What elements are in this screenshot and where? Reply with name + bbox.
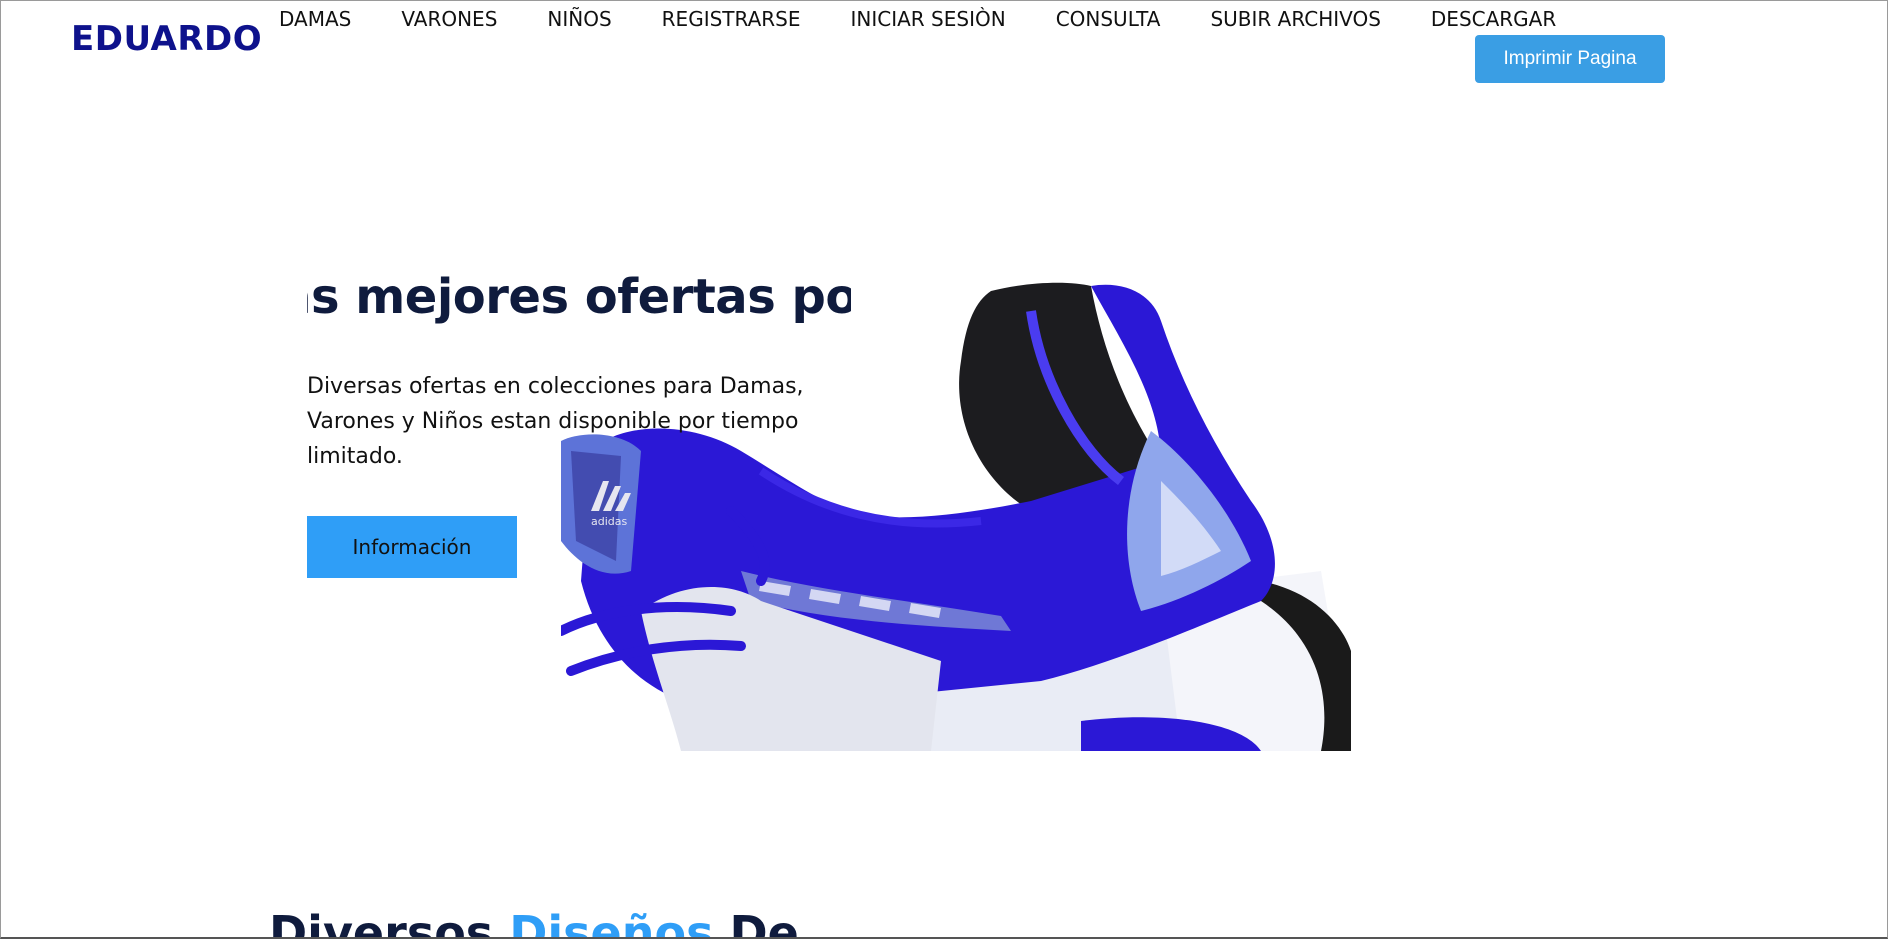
- nav-item-damas[interactable]: DAMAS: [279, 7, 351, 31]
- svg-text:adidas: adidas: [591, 515, 628, 528]
- nav-item-registrarse[interactable]: REGISTRARSE: [662, 7, 801, 31]
- section-title-accent: Diseños: [509, 906, 714, 939]
- sneaker-image: adidas: [561, 281, 1361, 751]
- information-button[interactable]: Información: [307, 516, 517, 578]
- hero-title: Las mejores ofertas por: [307, 269, 851, 325]
- hero-title-container: Las mejores ofertas por: [307, 269, 851, 331]
- nav-item-ninos[interactable]: NIÑOS: [547, 7, 611, 31]
- nav-item-subir-archivos[interactable]: SUBIR ARCHIVOS: [1210, 7, 1380, 31]
- section-title-part1: Diversos: [269, 906, 494, 939]
- main-nav: DAMAS VARONES NIÑOS REGISTRARSE INICIAR …: [279, 7, 1556, 31]
- print-page-button[interactable]: Imprimir Pagina: [1475, 35, 1665, 83]
- section-title: Diversos Diseños De: [269, 906, 799, 939]
- page: EDUARDO DAMAS VARONES NIÑOS REGISTRARSE …: [0, 0, 1888, 939]
- nav-item-varones[interactable]: VARONES: [401, 7, 497, 31]
- section-title-part2: De: [729, 906, 799, 939]
- nav-item-descargar[interactable]: DESCARGAR: [1431, 7, 1556, 31]
- nav-item-consulta[interactable]: CONSULTA: [1056, 7, 1161, 31]
- brand-logo[interactable]: EDUARDO: [71, 19, 262, 59]
- nav-item-iniciar-sesion[interactable]: INICIAR SESIÒN: [851, 7, 1006, 31]
- hero-description: Diversas ofertas en colecciones para Dam…: [307, 374, 804, 469]
